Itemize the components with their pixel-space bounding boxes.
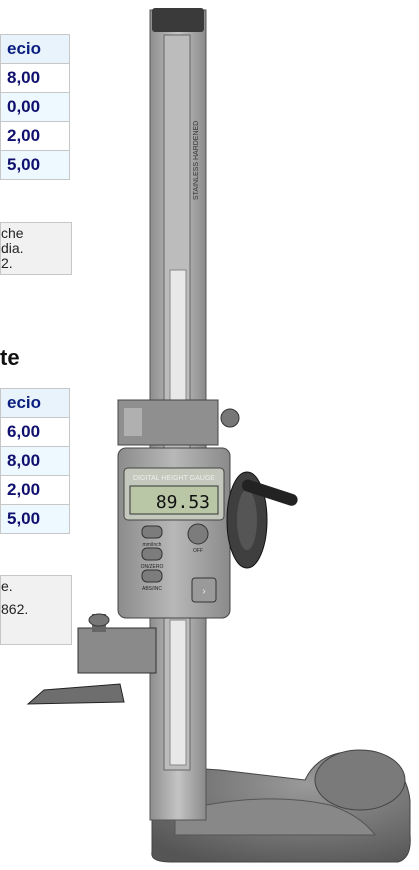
on-zero-button[interactable] (141, 547, 163, 561)
off-label: OFF (193, 548, 203, 554)
mm-inch-button[interactable] (141, 525, 163, 539)
gauge-clamp (117, 399, 240, 446)
handwheel (226, 471, 298, 569)
on-zero-label: ON/ZERO (141, 564, 164, 570)
lcd-reading: 89.53 (156, 492, 210, 513)
display-unit: DIGITAL HEIGHT GAUGE 89.53 mm/inch ON/ZE… (117, 447, 231, 619)
chevron-right-icon: › (202, 586, 205, 597)
display-brand: DIGITAL HEIGHT GAUGE (133, 475, 215, 482)
scale-label: STAINLESS HARDENED (193, 121, 200, 200)
abs-inc-button[interactable] (141, 569, 163, 583)
scriber-arm (26, 613, 157, 705)
height-gauge-image: STAINLESS HARDENED DIGITAL HEIGHT GAUGE … (26, 8, 411, 863)
abs-inc-label: ABS/INC (142, 586, 162, 592)
off-button[interactable] (187, 523, 209, 545)
mm-inch-label: mm/inch (143, 542, 162, 548)
